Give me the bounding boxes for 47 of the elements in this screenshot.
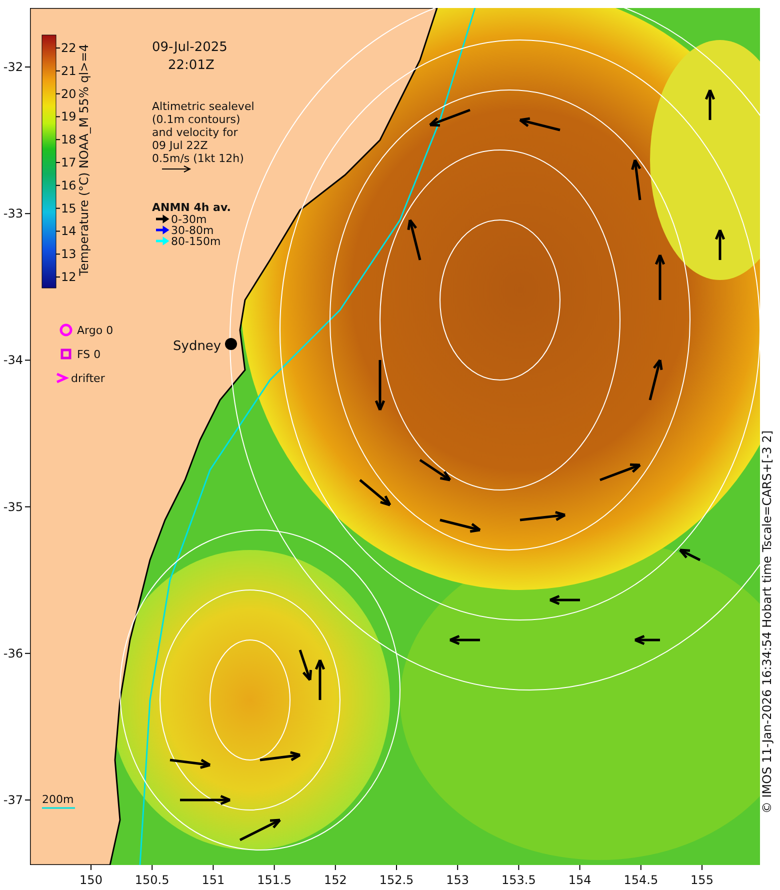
latitude-label: -33 xyxy=(3,206,23,221)
legend-label: FS 0 xyxy=(77,348,101,361)
color-scale-label: 18 xyxy=(61,132,76,147)
longitude-label: 152.5 xyxy=(379,873,414,887)
credit-text: © IMOS 11-Jan-2026 16:34:54 Hobart time Tscale=CARS+[-3 2] xyxy=(760,430,774,814)
latitude-label: -35 xyxy=(3,500,23,514)
color-scale-label: 12 xyxy=(61,270,76,284)
longitude-label: 151 xyxy=(202,873,225,887)
longitude-label: 154 xyxy=(568,873,592,887)
legend-label: drifter xyxy=(71,372,105,385)
latitude-label: -34 xyxy=(3,353,23,368)
time-label: 22:01Z xyxy=(168,58,214,73)
legend-title: ANMN 4h av. xyxy=(152,201,231,214)
longitude-label: 153 xyxy=(446,873,470,887)
latitude-label: -32 xyxy=(3,60,23,74)
legend-label: 30-80m xyxy=(171,224,214,237)
color-scale-label: 17 xyxy=(61,156,76,170)
legend-label: Argo 0 xyxy=(77,324,114,337)
legend-note: Altimetric sealevel (0.1m contours) and velocity for 09 Jul 22Z 0.5m/s (1kt 12h) xyxy=(152,100,254,165)
legend-label: 0-30m xyxy=(171,213,207,226)
longitude-label: 150.5 xyxy=(134,873,170,887)
longitude-label: 155 xyxy=(690,873,714,887)
date-label: 09-Jul-2025 xyxy=(152,40,228,55)
color-scale-label: 19 xyxy=(61,110,76,124)
square-marker-icon xyxy=(60,348,72,360)
longitude-label: 150 xyxy=(80,873,102,887)
color-scale-label: 15 xyxy=(61,201,76,216)
city-label: Sydney xyxy=(173,339,222,354)
legend-label: 80-150m xyxy=(171,235,221,248)
chevron-marker-icon xyxy=(56,372,70,384)
longitude-label: 154.5 xyxy=(624,873,658,887)
color-scale-title: Temperature (°C) NOAA_M 55% ql>=4 xyxy=(77,44,91,276)
color-scale-label: 20 xyxy=(61,86,76,101)
color-scale-label: 14 xyxy=(61,224,76,238)
longitude-label: 151.5 xyxy=(257,873,292,887)
depth-label: 200m xyxy=(42,793,74,806)
longitude-label: 152 xyxy=(324,873,347,887)
latitude-label: -37 xyxy=(3,793,23,807)
scale-arrow-icon xyxy=(162,166,192,172)
color-scale-label: 21 xyxy=(61,64,76,78)
city-dot-icon xyxy=(225,338,237,350)
color-scale-label: 13 xyxy=(61,247,76,262)
circle-marker-icon xyxy=(60,324,72,336)
latitude-label: -36 xyxy=(3,646,23,660)
color-scale-label: 22 xyxy=(61,41,76,55)
color-scale-label: 16 xyxy=(61,178,76,192)
longitude-label: 153.5 xyxy=(502,873,536,887)
